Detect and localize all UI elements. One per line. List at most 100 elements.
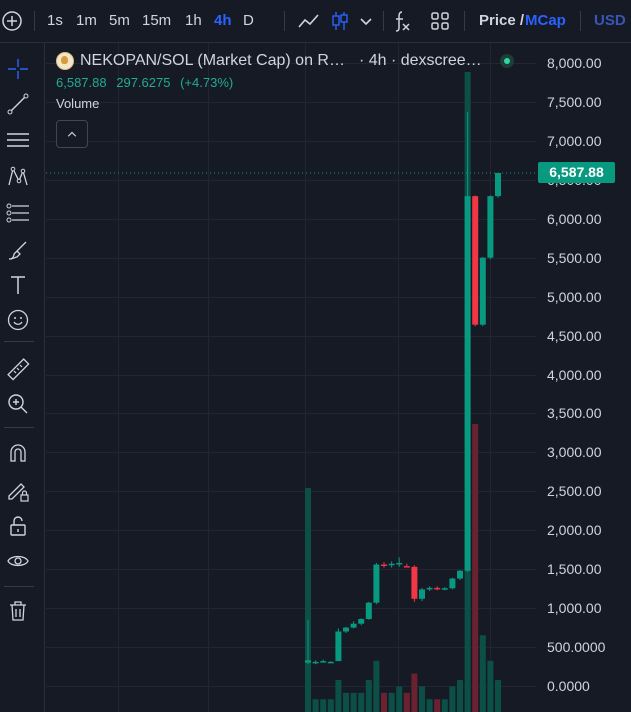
candle-body (381, 564, 387, 567)
price-axis-label: 2,000.00 (547, 522, 602, 539)
candle-body (449, 578, 456, 589)
lock-drawings-tool[interactable] (4, 477, 32, 505)
interval-1s[interactable]: 1s (47, 0, 63, 42)
horizontal-lines-icon (7, 133, 29, 147)
price-axis-label: 5,000.00 (547, 288, 602, 305)
crosshair-icon (8, 59, 28, 79)
fib-tool[interactable] (4, 199, 32, 227)
layout-button[interactable] (426, 7, 454, 35)
toolbar-divider (284, 11, 285, 31)
candle-body (327, 661, 334, 664)
candle-body (472, 196, 479, 325)
price-axis-label: 3,000.00 (547, 444, 602, 461)
candle-body (305, 660, 311, 663)
price-axis-label: 1,500.00 (547, 561, 602, 578)
magnet-icon (10, 444, 26, 462)
text-tool[interactable] (4, 271, 32, 299)
price-axis-label: 3,500.00 (547, 405, 602, 422)
candle-body (335, 631, 342, 662)
candles-icon (332, 12, 348, 30)
indicators-button[interactable] (388, 7, 416, 35)
volume-bar (312, 699, 319, 712)
price-axis-label: 8,000.00 (547, 55, 602, 71)
volume-bar (434, 699, 441, 712)
volume-bar (411, 673, 418, 712)
zoom-in-icon (8, 394, 28, 414)
price-toggle[interactable]: Price / (479, 0, 524, 42)
currency-toggle[interactable]: USD (594, 0, 626, 42)
magnet-tool[interactable] (4, 439, 32, 467)
chevron-down-icon (360, 18, 372, 26)
volume-bar (350, 692, 357, 712)
volume-bar (320, 699, 327, 712)
lock-tool[interactable] (4, 512, 32, 540)
candles-button[interactable] (326, 7, 354, 35)
interval-4h[interactable]: 4h (214, 0, 232, 42)
fx-icon (395, 11, 410, 32)
text-icon (11, 276, 25, 294)
ruler-tool[interactable] (4, 355, 32, 383)
chart-type-dropdown[interactable] (352, 7, 380, 35)
volume-bar (487, 660, 494, 712)
price-axis-label: 7,000.00 (547, 132, 602, 149)
symbol-row: NEKOPAN/SOL (Market Cap) on R… · 4h · de… (56, 50, 526, 72)
trend-line-tool[interactable] (4, 90, 32, 118)
token-logo (56, 52, 74, 70)
pattern-tool[interactable] (4, 163, 32, 191)
interval-15m[interactable]: 15m (142, 0, 171, 42)
candle-body (350, 623, 357, 628)
toolbar-divider (4, 427, 34, 428)
add-symbol-button[interactable] (0, 7, 26, 35)
interval-d[interactable]: D (243, 0, 254, 42)
candle-body (358, 619, 365, 624)
collapse-legend-button[interactable] (56, 120, 88, 148)
eye-icon (7, 555, 29, 567)
price-axis-label: 1,000.00 (547, 600, 602, 617)
toolbar-divider (4, 586, 34, 587)
candle-body (388, 563, 395, 566)
interval-1m[interactable]: 1m (76, 0, 97, 42)
price-axis-label: 4,000.00 (547, 366, 602, 383)
candle-body (403, 566, 410, 568)
zoom-in-tool[interactable] (4, 390, 32, 418)
remove-drawings-tool[interactable] (4, 597, 32, 625)
chart-legend: NEKOPAN/SOL (Market Cap) on R… · 4h · de… (56, 50, 526, 111)
symbol-title[interactable]: NEKOPAN/SOL (Market Cap) on R… (80, 52, 345, 70)
volume-bar (343, 692, 349, 712)
crosshair-tool[interactable] (4, 55, 32, 83)
volume-bar (358, 692, 365, 712)
candle-body (320, 661, 327, 663)
lock-icon (10, 516, 26, 536)
line-chart-icon (298, 14, 319, 28)
horizontal-lines-tool[interactable] (4, 126, 32, 154)
chart-pane[interactable] (46, 43, 536, 712)
mcap-toggle[interactable]: MCap (525, 0, 566, 42)
volume-bar (335, 680, 342, 712)
candle-body (365, 602, 372, 620)
price-values: 6,587.88 297.6275 (+4.73%) (56, 75, 526, 90)
candle-body (464, 196, 471, 571)
volume-bar (419, 686, 425, 712)
candle-body (411, 566, 418, 599)
interval-5m[interactable]: 5m (109, 0, 130, 42)
visibility-tool[interactable] (4, 547, 32, 575)
candle-body (487, 196, 494, 258)
top-toolbar: 1s 1m 5m 15m 1h 4h D Price / MCap USD (0, 0, 631, 43)
volume-bar (441, 699, 448, 712)
volume-series (305, 72, 501, 712)
change-value: 297.6275 (116, 75, 171, 90)
candle-series (305, 112, 501, 665)
candle-body (457, 570, 463, 579)
emoji-icon (7, 309, 29, 331)
chart-style-button[interactable] (295, 7, 323, 35)
plus-circle-icon (2, 11, 22, 31)
emoji-tool[interactable] (4, 306, 32, 334)
interval-1h[interactable]: 1h (185, 0, 202, 42)
last-value: 6,587.88 (56, 75, 107, 90)
price-axis-label: 6,000.00 (547, 210, 602, 227)
chart-grid (46, 43, 536, 712)
price-axis[interactable]: 8,000.007,500.007,000.006,500.006,000.00… (537, 43, 631, 712)
brush-tool[interactable] (4, 236, 32, 264)
brush-icon (8, 241, 27, 260)
price-axis-label: 4,500.00 (547, 327, 602, 344)
